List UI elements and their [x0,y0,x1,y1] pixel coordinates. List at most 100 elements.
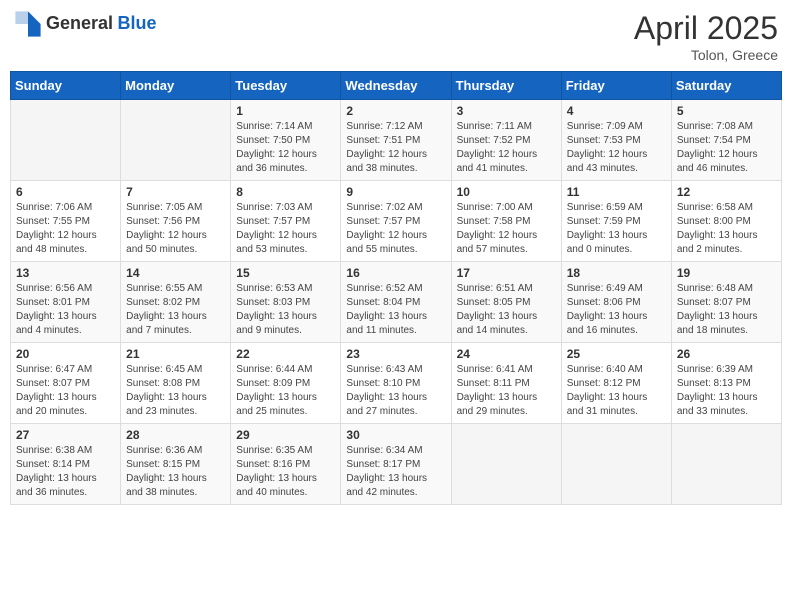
day-number: 13 [16,266,115,280]
day-of-week-header: Wednesday [341,72,451,100]
day-info: Sunrise: 6:53 AMSunset: 8:03 PMDaylight:… [236,282,335,338]
day-info: Sunrise: 6:34 AMSunset: 8:17 PMDaylight:… [346,444,445,500]
day-number: 7 [126,185,225,199]
day-info: Sunrise: 7:09 AMSunset: 7:53 PMDaylight:… [567,120,666,176]
calendar-cell: 3Sunrise: 7:11 AMSunset: 7:52 PMDaylight… [451,100,561,181]
day-info: Sunrise: 6:55 AMSunset: 8:02 PMDaylight:… [126,282,225,338]
calendar-cell: 28Sunrise: 6:36 AMSunset: 8:15 PMDayligh… [121,424,231,505]
calendar-cell: 13 Sunrise: 6:56 AMSunset: 8:01 PMDayligh… [11,262,121,343]
calendar-cell: 10 Sunrise: 7:00 AMSunset: 7:58 PMDayligh… [451,181,561,262]
title-block: April 2025 Tolon, Greece [634,10,778,63]
calendar-cell: 22 Sunrise: 6:44 AMSunset: 8:09 PMDayligh… [231,343,341,424]
day-info: Sunrise: 6:51 AMSunset: 8:05 PMDaylight:… [457,282,556,338]
day-info: Sunrise: 6:48 AMSunset: 8:07 PMDaylight:… [677,282,776,338]
day-info: Sunrise: 6:39 AMSunset: 8:13 PMDaylight:… [677,363,776,419]
page-header: General Blue April 2025 Tolon, Greece [10,10,782,63]
day-number: 21 [126,347,225,361]
calendar-cell: 16 Sunrise: 6:52 AMSunset: 8:04 PMDayligh… [341,262,451,343]
calendar-table: SundayMondayTuesdayWednesdayThursdayFrid… [10,71,782,505]
day-number: 19 [677,266,776,280]
day-info: Sunrise: 6:38 AMSunset: 8:14 PMDaylight:… [16,444,115,500]
day-number: 11 [567,185,666,199]
calendar-week-row: 13 Sunrise: 6:56 AMSunset: 8:01 PMDayligh… [11,262,782,343]
day-info: Sunrise: 6:36 AMSunset: 8:15 PMDaylight:… [126,444,225,500]
day-number: 3 [457,104,556,118]
day-number: 20 [16,347,115,361]
day-info: Sunrise: 6:52 AMSunset: 8:04 PMDaylight:… [346,282,445,338]
day-of-week-header: Saturday [671,72,781,100]
day-number: 16 [346,266,445,280]
calendar-cell [451,424,561,505]
day-info: Sunrise: 6:44 AMSunset: 8:09 PMDaylight:… [236,363,335,419]
calendar-cell: 9Sunrise: 7:02 AMSunset: 7:57 PMDaylight… [341,181,451,262]
day-number: 23 [346,347,445,361]
calendar-cell: 17 Sunrise: 6:51 AMSunset: 8:05 PMDayligh… [451,262,561,343]
location: Tolon, Greece [634,47,778,63]
calendar-cell: 23 Sunrise: 6:43 AMSunset: 8:10 PMDayligh… [341,343,451,424]
day-info: Sunrise: 7:06 AMSunset: 7:55 PMDaylight:… [16,201,115,257]
calendar-cell: 12 Sunrise: 6:58 AMSunset: 8:00 PMDayligh… [671,181,781,262]
day-info: Sunrise: 6:59 AMSunset: 7:59 PMDaylight:… [567,201,666,257]
day-number: 18 [567,266,666,280]
logo-blue: Blue [118,13,157,33]
day-number: 2 [346,104,445,118]
day-info: Sunrise: 7:12 AMSunset: 7:51 PMDaylight:… [346,120,445,176]
day-info: Sunrise: 6:43 AMSunset: 8:10 PMDaylight:… [346,363,445,419]
calendar-cell: 27 Sunrise: 6:38 AMSunset: 8:14 PMDayligh… [11,424,121,505]
calendar-cell: 7 Sunrise: 7:05 AMSunset: 7:56 PMDaylight… [121,181,231,262]
day-number: 1 [236,104,335,118]
calendar-cell: 6 Sunrise: 7:06 AMSunset: 7:55 PMDaylight… [11,181,121,262]
calendar-cell: 25Sunrise: 6:40 AMSunset: 8:12 PMDayligh… [561,343,671,424]
day-info: Sunrise: 7:03 AMSunset: 7:57 PMDaylight:… [236,201,335,257]
calendar-week-row: 1 Sunrise: 7:14 AMSunset: 7:50 PMDaylight… [11,100,782,181]
calendar-cell: 2 Sunrise: 7:12 AMSunset: 7:51 PMDaylight… [341,100,451,181]
calendar-cell: 19 Sunrise: 6:48 AMSunset: 8:07 PMDayligh… [671,262,781,343]
day-of-week-header: Tuesday [231,72,341,100]
day-number: 24 [457,347,556,361]
calendar-week-row: 20 Sunrise: 6:47 AMSunset: 8:07 PMDayligh… [11,343,782,424]
day-info: Sunrise: 6:41 AMSunset: 8:11 PMDaylight:… [457,363,556,419]
day-number: 15 [236,266,335,280]
calendar-cell: 14Sunrise: 6:55 AMSunset: 8:02 PMDayligh… [121,262,231,343]
day-info: Sunrise: 6:58 AMSunset: 8:00 PMDaylight:… [677,201,776,257]
day-info: Sunrise: 6:40 AMSunset: 8:12 PMDaylight:… [567,363,666,419]
day-info: Sunrise: 7:14 AMSunset: 7:50 PMDaylight:… [236,120,335,176]
day-number: 27 [16,428,115,442]
day-info: Sunrise: 6:35 AMSunset: 8:16 PMDaylight:… [236,444,335,500]
logo: General Blue [14,10,157,38]
day-number: 10 [457,185,556,199]
day-number: 5 [677,104,776,118]
day-info: Sunrise: 6:49 AMSunset: 8:06 PMDaylight:… [567,282,666,338]
day-of-week-header: Thursday [451,72,561,100]
day-info: Sunrise: 6:47 AMSunset: 8:07 PMDaylight:… [16,363,115,419]
calendar-cell: 5Sunrise: 7:08 AMSunset: 7:54 PMDaylight… [671,100,781,181]
calendar-cell: 30 Sunrise: 6:34 AMSunset: 8:17 PMDayligh… [341,424,451,505]
logo-icon [14,10,42,38]
calendar-cell [561,424,671,505]
day-of-week-header: Friday [561,72,671,100]
calendar-cell: 20 Sunrise: 6:47 AMSunset: 8:07 PMDayligh… [11,343,121,424]
day-info: Sunrise: 7:05 AMSunset: 7:56 PMDaylight:… [126,201,225,257]
day-number: 4 [567,104,666,118]
calendar-cell: 15 Sunrise: 6:53 AMSunset: 8:03 PMDayligh… [231,262,341,343]
calendar-week-row: 6 Sunrise: 7:06 AMSunset: 7:55 PMDaylight… [11,181,782,262]
day-number: 8 [236,185,335,199]
day-number: 22 [236,347,335,361]
day-info: Sunrise: 7:02 AMSunset: 7:57 PMDaylight:… [346,201,445,257]
calendar-header-row: SundayMondayTuesdayWednesdayThursdayFrid… [11,72,782,100]
calendar-cell [121,100,231,181]
day-info: Sunrise: 6:45 AMSunset: 8:08 PMDaylight:… [126,363,225,419]
day-number: 12 [677,185,776,199]
day-number: 26 [677,347,776,361]
calendar-cell [671,424,781,505]
day-number: 29 [236,428,335,442]
calendar-cell: 8 Sunrise: 7:03 AMSunset: 7:57 PMDaylight… [231,181,341,262]
day-info: Sunrise: 7:00 AMSunset: 7:58 PMDaylight:… [457,201,556,257]
day-number: 30 [346,428,445,442]
logo-text: General Blue [46,14,157,34]
day-number: 17 [457,266,556,280]
day-of-week-header: Sunday [11,72,121,100]
day-number: 6 [16,185,115,199]
day-info: Sunrise: 6:56 AMSunset: 8:01 PMDaylight:… [16,282,115,338]
logo-general: General [46,13,113,33]
